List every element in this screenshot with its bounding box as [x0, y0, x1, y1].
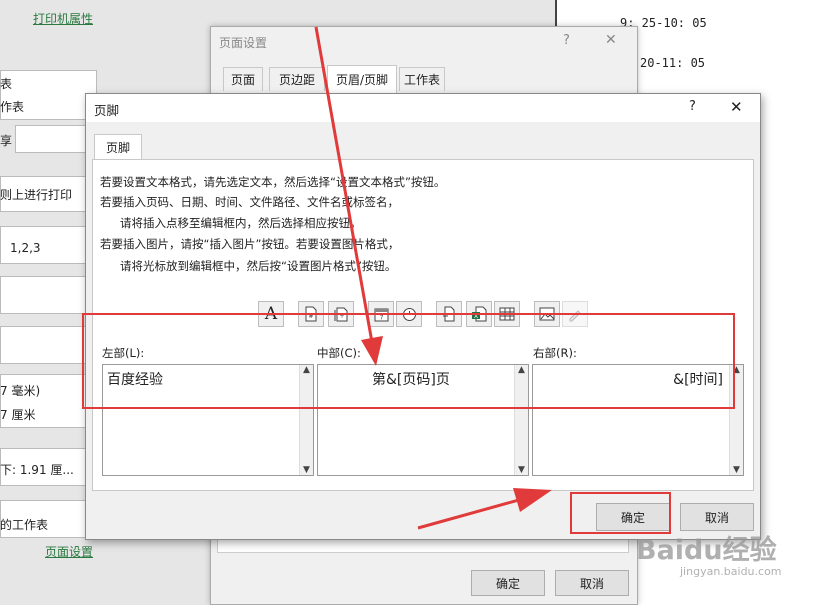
annotation-arrows: [314, 26, 552, 530]
arrow-to-center-icon: [314, 26, 383, 366]
watermark-url: jingyan.baidu.com: [680, 565, 782, 578]
arrow-to-ok-icon: [417, 488, 552, 530]
baidu-watermark: Baidu经验: [636, 535, 777, 566]
